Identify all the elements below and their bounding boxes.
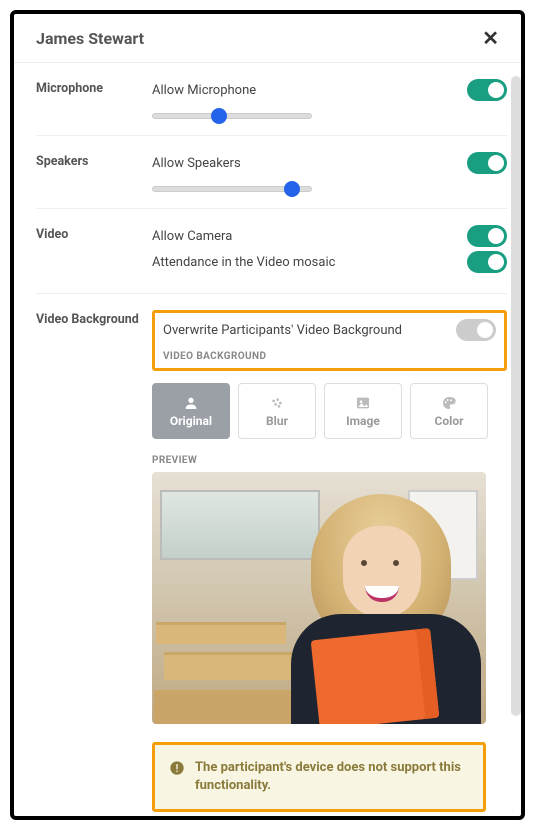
background-option-blur[interactable]: Blur [238,383,316,439]
device-unsupported-warning: The participant's device does not suppor… [152,742,486,812]
scrollbar[interactable] [511,76,521,716]
background-option-label: Color [435,414,464,428]
allow-microphone-toggle[interactable] [467,79,507,101]
allow-speakers-toggle[interactable] [467,152,507,174]
video-background-caption: VIDEO BACKGROUND [163,351,496,362]
video-mosaic-label: Attendance in the Video mosaic [152,255,335,270]
image-icon [355,395,371,411]
dialog-header: James Stewart ✕ [14,14,521,63]
overwrite-background-label: Overwrite Participants' Video Background [163,323,402,338]
background-options: Original Blur Image Color [152,383,507,439]
dialog-content: Microphone Allow Microphone Speakers All… [14,63,521,820]
video-background-label: Video Background [36,310,152,327]
person-icon [183,395,199,411]
background-option-label: Original [170,414,212,428]
background-option-label: Blur [266,414,288,428]
allow-camera-toggle[interactable] [467,225,507,247]
video-label: Video [36,225,152,242]
microphone-volume-slider[interactable] [152,113,312,119]
background-option-original[interactable]: Original [152,383,230,439]
video-background-row: Video Background Overwrite Participants'… [36,294,507,820]
overwrite-background-toggle[interactable] [456,319,496,341]
close-button[interactable]: ✕ [482,28,499,48]
background-option-image[interactable]: Image [324,383,402,439]
dialog-title: James Stewart [36,29,144,48]
dialog-frame: James Stewart ✕ Microphone Allow Microph… [10,10,525,820]
video-mosaic-toggle[interactable] [467,251,507,273]
preview-caption: PREVIEW [152,455,507,466]
allow-camera-label: Allow Camera [152,229,232,244]
allow-microphone-label: Allow Microphone [152,83,256,98]
background-option-color[interactable]: Color [410,383,488,439]
overwrite-highlight: Overwrite Participants' Video Background… [152,310,507,371]
video-row: Video Allow Camera Attendance in the Vid… [36,209,507,294]
palette-icon [441,395,457,411]
warning-text: The participant's device does not suppor… [195,759,469,795]
microphone-row: Microphone Allow Microphone [36,63,507,136]
allow-speakers-label: Allow Speakers [152,156,241,171]
speakers-volume-slider[interactable] [152,186,312,192]
blur-icon [269,395,285,411]
speakers-label: Speakers [36,152,152,169]
video-preview [152,472,486,724]
microphone-label: Microphone [36,79,152,96]
warning-icon [169,760,185,776]
speakers-row: Speakers Allow Speakers [36,136,507,209]
background-option-label: Image [346,414,380,428]
